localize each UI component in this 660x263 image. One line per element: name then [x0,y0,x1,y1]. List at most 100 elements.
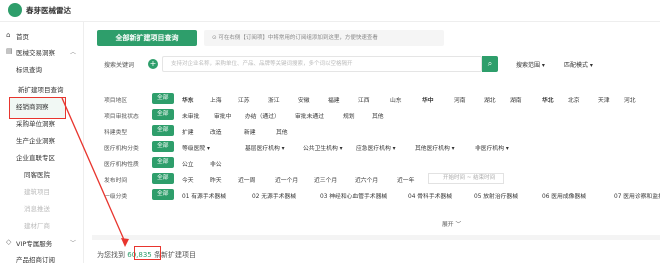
filter-row: 一级分类 全部 01 有源手术器械 02 无源手术器械 03 神经和心血管手术器械 04 … [92,188,660,203]
filter-row: 项目地区 全部 华东 上海 江苏 浙江 安徽 福建 江西 山东 华中 河南 湖北 湖南 华北 北京 天津 河北 [92,92,660,107]
filter-option[interactable]: 近六个月 [355,175,378,184]
subscription-notice: ⊙ 可在右侧【订阅项】中将常用的订阅组添加到这里，方便快速查看 [204,30,444,46]
filter-option-all[interactable]: 全部 [152,93,174,104]
add-keyword-icon[interactable]: + [148,59,158,69]
filter-option[interactable]: 05 放射治疗器械 [474,191,518,200]
filter-option[interactable]: 安徽 [298,95,310,104]
filter-option-all[interactable]: 全部 [152,125,174,136]
search-icon: ⌕ [487,59,493,68]
filter-option[interactable]: 规划 [343,111,355,120]
sidebar-item-message-push[interactable]: 消息推送 [24,203,50,213]
filter-option[interactable]: 近一周 [238,175,255,184]
filter-option-all[interactable]: 全部 [152,141,174,152]
filter-option[interactable]: 其他 [372,111,384,120]
filter-label: 一级分类 [104,194,128,200]
sidebar-item-dealer-insight[interactable]: 经销商洞察 [16,101,49,111]
match-mode-select[interactable]: 匹配模式 ▾ [564,60,593,69]
filter-option[interactable]: 审批未通过 [295,111,324,120]
date-range-input[interactable]: 开始时间 ~ 结束时间 [428,173,504,184]
filter-label: 项目地区 [104,98,128,104]
filter-option[interactable]: 天津 [598,95,610,104]
filter-option[interactable]: 办结（通过） [245,111,280,120]
filter-option[interactable]: 华北 [542,95,554,104]
filter-option[interactable]: 其他 [276,127,288,136]
filter-label: 医疗机构性质 [104,162,139,168]
filter-option[interactable]: 山东 [390,95,402,104]
filter-option[interactable]: 06 医用成像器械 [542,191,586,200]
filter-option[interactable]: 扩建 [182,127,194,136]
filter-option-all[interactable]: 全部 [152,109,174,120]
sidebar-item-purchaser-insight[interactable]: 采购单位洞察 [16,118,55,128]
filter-option[interactable]: 非医疗机构 ▾ [475,143,509,152]
filter-option[interactable]: 基层医疗机构 ▾ [245,143,285,152]
filter-option[interactable]: 湖北 [484,95,496,104]
main-content: 全部新扩建项目查询 ⊙ 可在右侧【订阅项】中将常用的订阅组添加到这里，方便快速查… [92,22,660,263]
filter-option[interactable]: 河南 [454,95,466,104]
filter-option-all[interactable]: 全部 [152,157,174,168]
filter-option[interactable]: 07 医用诊察和监护器械 [614,191,660,200]
filter-option[interactable]: 03 神经和心血管手术器械 [320,191,387,200]
filter-option[interactable]: 审批中 [214,111,231,120]
sidebar-item-building-vendor[interactable]: 建材厂商 [24,220,50,230]
filter-option-all[interactable]: 全部 [152,189,174,200]
filter-option-all[interactable]: 全部 [152,173,174,184]
filter-option[interactable]: 其他医疗机构 ▾ [415,143,455,152]
filter-option[interactable]: 改造 [210,127,222,136]
sidebar-item-building-project[interactable]: 建筑项目 [24,186,50,196]
filter-option[interactable]: 02 无源手术器械 [252,191,296,200]
filter-option[interactable]: 上海 [210,95,222,104]
search-scope-select[interactable]: 搜索范围 ▾ [516,60,545,69]
filter-option[interactable]: 应急医疗机构 ▾ [356,143,396,152]
filter-option[interactable]: 江西 [358,95,370,104]
sidebar-item-manufacturer-insight[interactable]: 生产企业洞察 [16,135,55,145]
app-title: 春芽医械雷达 [26,6,71,15]
home-icon: ⌂ [6,31,11,39]
sidebar-item-same-hospital[interactable]: 同客医院 [24,169,50,179]
search-row: 搜索关键词 + 支持对企业名称，采购单位、产品、品牌等关键词搜索，多个词以空格隔… [92,56,660,76]
divider [92,235,660,240]
expand-button[interactable]: 展开 ﹀ [442,219,461,228]
sidebar-item-bid-query[interactable]: 标讯查询 [16,64,42,74]
chevron-up-icon: ︿ [69,49,76,56]
tab-all-projects[interactable]: 全部新扩建项目查询 [97,30,197,46]
filter-option[interactable]: 福建 [328,95,340,104]
filter-option[interactable]: 近一年 [397,175,414,184]
filter-option[interactable]: 北京 [568,95,580,104]
filter-option[interactable]: 未审批 [182,111,199,120]
filter-option[interactable]: 新建 [244,127,256,136]
diamond-icon: ◇ [6,238,12,246]
filter-option[interactable]: 华东 [182,95,194,104]
filter-label: 医疗机构分类 [104,146,139,152]
filter-option[interactable]: 华中 [422,95,434,104]
filter-option[interactable]: 今天 [182,175,194,184]
filter-option[interactable]: 湖南 [510,95,522,104]
filter-option[interactable]: 等级医院 ▾ [182,143,210,152]
filter-row: 科建类型 全部 扩建 改造 新建 其他 [92,124,660,139]
filter-label: 科建类型 [104,130,128,136]
filter-option[interactable]: 公立 [182,159,194,168]
filter-row: 医疗机构性质 全部 公立 非公 [92,156,660,171]
chevron-down-icon: ﹀ [69,240,76,247]
filter-option[interactable]: 河北 [624,95,636,104]
filter-option[interactable]: 近三个月 [314,175,337,184]
filter-row: 项目审批状态 全部 未审批 审批中 办结（通过） 审批未通过 规划 其他 [92,108,660,123]
filter-option[interactable]: 公共卫生机构 ▾ [303,143,343,152]
top-bar: 春芽医械雷达 [0,0,660,22]
filter-option[interactable]: 近一个月 [275,175,298,184]
chart-icon: ▤ [6,47,13,55]
filter-option[interactable]: 浙江 [268,95,280,104]
search-button[interactable]: ⌕ [482,56,498,72]
highlight-box [134,246,161,260]
search-input[interactable]: 支持对企业名称，采购单位、产品、品牌等关键词搜索，多个词以空格隔开 [162,56,482,72]
filter-option[interactable]: 昨天 [210,175,222,184]
filter-option[interactable]: 04 骨科手术器械 [408,191,452,200]
filter-label: 发布时间 [104,178,128,184]
filter-option[interactable]: 江苏 [238,95,250,104]
notice-text: 可在右侧【订阅项】中将常用的订阅组添加到这里，方便快速查看 [218,35,378,41]
sidebar-item-new-project-query[interactable]: 新扩建项目查询 [18,84,64,94]
filter-row: 发布时间 全部 今天 昨天 近一周 近一个月 近三个月 近六个月 近一年 开始时间 ~ 结束时间 [92,172,660,187]
sidebar-item-direct-zone[interactable]: 企业直联专区 [16,152,55,162]
sidebar-item-product-subscribe[interactable]: 产品招商订阅 [16,254,55,263]
filter-option[interactable]: 非公 [210,159,222,168]
filter-option[interactable]: 01 有源手术器械 [182,191,226,200]
